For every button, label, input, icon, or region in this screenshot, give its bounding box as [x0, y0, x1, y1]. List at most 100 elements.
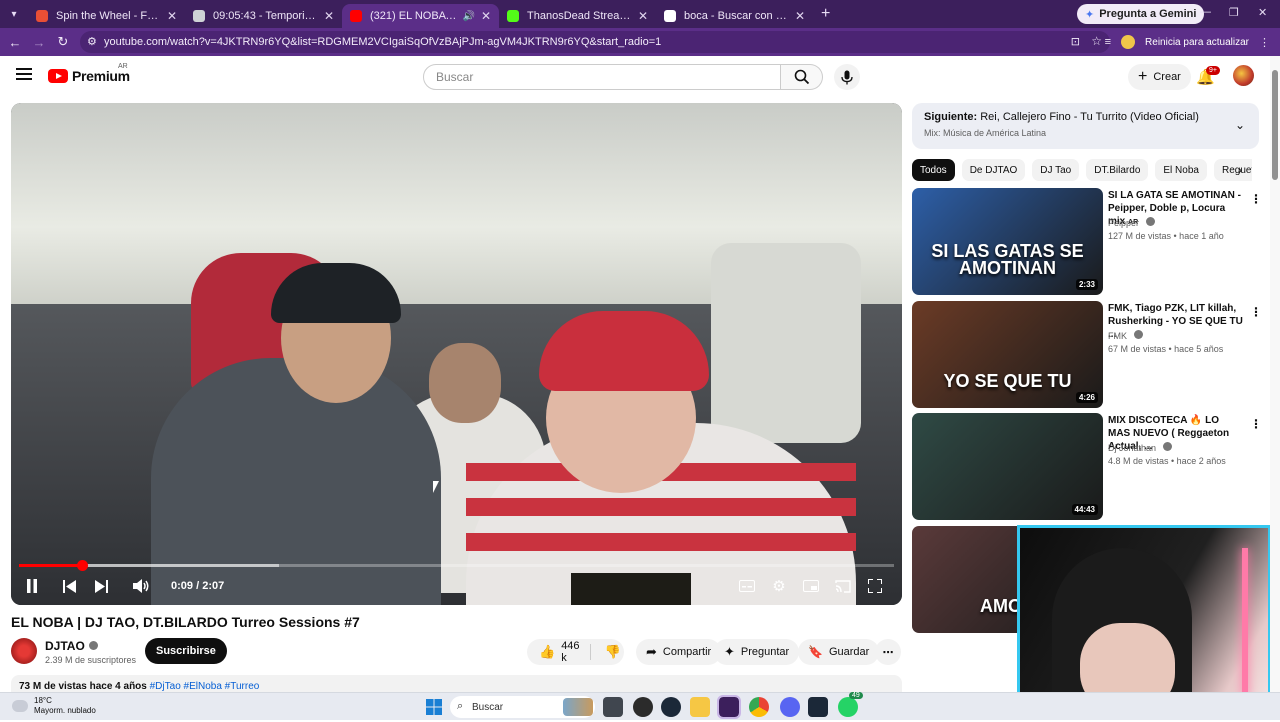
filter-chip[interactable]: El Noba [1155, 159, 1207, 181]
volume-button[interactable] [132, 577, 152, 595]
filter-chip[interactable]: Reguetón [1213, 159, 1252, 181]
filter-chip[interactable]: De DJTAO [961, 159, 1026, 181]
file-explorer-icon[interactable] [690, 697, 710, 717]
ask-button[interactable]: ✦ Preguntar [714, 639, 800, 665]
thumbnail-text: YO SE QUE TU [943, 370, 1072, 391]
like-button[interactable]: 👍 446 k [527, 640, 591, 664]
browser-tab[interactable]: 09:05:43 - Temporizador Online ✕ [185, 4, 342, 28]
browser-tab[interactable]: boca - Buscar con Google ✕ [656, 4, 813, 28]
close-tab-icon[interactable]: ✕ [324, 9, 334, 23]
recommendation-item[interactable]: SI LAS GATAS SE AMOTINAN 2:33 SI LA GATA S… [912, 188, 1262, 296]
subscribe-button[interactable]: Suscribirse [145, 638, 227, 664]
back-icon[interactable]: ← [3, 35, 27, 50]
more-options-icon[interactable]: ⋮ [1250, 417, 1262, 431]
scrollbar-thumb[interactable] [1272, 70, 1278, 180]
cast-button[interactable] [834, 577, 852, 595]
time-current: 0:09 [171, 580, 194, 592]
tab-search-icon[interactable]: ▾ [0, 0, 28, 28]
dislike-button[interactable]: 👎 [597, 644, 629, 660]
up-next-panel[interactable]: Siguiente: Rei, Callejero Fino - Tu Turr… [912, 103, 1259, 149]
chrome-icon[interactable] [749, 697, 769, 717]
recommendation-item[interactable]: 44:43 MIX DISCOTECA 🔥 LO MAS NUEVO ( Regg… [912, 413, 1262, 521]
filter-chip[interactable]: DJ Tao [1032, 159, 1080, 181]
recommendation-thumbnail[interactable]: SI LAS GATAS SE AMOTINAN 2:33 [912, 188, 1103, 295]
bookmark-star-icon[interactable]: ☆ [1091, 34, 1102, 48]
browser-menu-icon[interactable]: ⋮ [1259, 36, 1270, 49]
menu-icon[interactable] [16, 68, 32, 80]
windows-start-icon[interactable] [424, 697, 444, 717]
obs-icon[interactable] [633, 697, 653, 717]
previous-button[interactable] [61, 577, 77, 595]
video-player[interactable]: 0:09 / 2:07 ⚙ [11, 103, 902, 605]
forward-icon[interactable]: → [27, 35, 51, 50]
recommendation-channel[interactable]: Dj Jonathan [1108, 442, 1172, 453]
restart-update-button[interactable]: Reinicia para actualizar [1145, 37, 1249, 48]
gemini-button[interactable]: ✦ Pregunta a Gemini [1077, 4, 1205, 24]
recommendation-channel[interactable]: Peipper [1108, 217, 1155, 228]
filter-chip[interactable]: Todos [912, 159, 955, 181]
recommendation-item[interactable]: YO SE QUE TU 4:26 FMK, Tiago PZK, LIT kill… [912, 301, 1262, 409]
channel-name[interactable]: DJTAO [45, 639, 85, 653]
voice-search-button[interactable] [834, 64, 860, 90]
install-app-icon[interactable]: ⊡ [1071, 35, 1080, 48]
new-tab-button[interactable]: + [821, 5, 830, 23]
next-button[interactable] [93, 577, 109, 595]
recommendation-channel-text: Peipper [1108, 218, 1140, 228]
settings-button[interactable]: ⚙ [770, 577, 788, 595]
more-options-icon[interactable]: ⋮ [1250, 192, 1262, 206]
youtube-premium-logo[interactable]: Premium AR [48, 63, 130, 84]
search-input[interactable]: Buscar [423, 64, 781, 90]
fullscreen-button[interactable] [866, 577, 884, 595]
channel-avatar[interactable] [11, 638, 37, 664]
windows-taskbar: 18°C Mayorm. nublado ⌕ Buscar 49 [0, 692, 1280, 720]
progress-scrubber[interactable] [77, 560, 88, 571]
browser-tab[interactable]: ThanosDead Stream - Watch Live ✕ [499, 4, 656, 28]
search-button[interactable] [781, 64, 823, 90]
miniplayer-button[interactable] [802, 577, 820, 595]
pause-button[interactable] [24, 577, 40, 595]
recommendation-thumbnail[interactable]: 44:43 [912, 413, 1103, 520]
whatsapp-icon[interactable] [838, 697, 858, 717]
more-actions-button[interactable]: ⋯ [875, 639, 901, 665]
thumbnail-text: SI LAS GATAS SE AMOTINAN [931, 240, 1084, 278]
duration-badge: 4:26 [1075, 392, 1098, 403]
account-avatar[interactable] [1233, 65, 1254, 86]
maximize-icon[interactable]: ❐ [1229, 6, 1239, 19]
profile-avatar[interactable] [1121, 35, 1136, 49]
recommendation-thumbnail[interactable]: YO SE QUE TU 4:26 [912, 301, 1103, 408]
media-control-icon[interactable]: ≡ [1105, 36, 1111, 48]
chevron-down-icon[interactable]: ⌄ [1235, 118, 1245, 132]
page-scrollbar[interactable] [1270, 56, 1280, 692]
close-tab-icon[interactable]: ✕ [638, 9, 648, 23]
subtitles-button[interactable] [738, 577, 756, 595]
twitch-app-icon[interactable] [717, 695, 741, 719]
browser-tab[interactable]: Spin the Wheel - Free Wheel Spinner ✕ [28, 4, 185, 28]
reload-icon[interactable]: ↻ [51, 34, 75, 50]
weather-widget[interactable]: 18°C Mayorm. nublado [12, 696, 96, 716]
url-field[interactable]: ⚙ youtube.com/watch?v=4JKTRN9r6YQ&list=R… [80, 31, 1110, 53]
verified-icon [1133, 330, 1143, 339]
save-button[interactable]: 🔖 Guardar [798, 639, 880, 665]
share-button[interactable]: ➦ Compartir [636, 639, 722, 665]
site-info-icon[interactable]: ⚙ [87, 35, 97, 48]
more-options-icon[interactable]: ⋮ [1250, 305, 1262, 319]
browser-tab[interactable]: (321) EL NOBA | DJ TAO, DT.BILARDO 🔊 ✕ [342, 4, 499, 28]
settings-gear-icon: ⚙ [772, 578, 786, 595]
description-tags[interactable]: #DjTao #ElNoba #Turreo [150, 681, 260, 692]
steam-icon[interactable] [661, 697, 681, 717]
next-icon [94, 579, 108, 593]
close-tab-icon[interactable]: ✕ [795, 9, 805, 23]
recommendation-channel[interactable]: FMK [1108, 330, 1143, 341]
filter-chip[interactable]: DT.Bilardo [1086, 159, 1149, 181]
chevron-right-icon[interactable]: › [1238, 163, 1242, 177]
channel-name-row[interactable]: DJTAO [45, 639, 98, 653]
speaker-icon[interactable]: 🔊 [462, 11, 474, 22]
task-view-icon[interactable] [603, 697, 623, 717]
steam-client-icon[interactable] [808, 697, 828, 717]
close-tab-icon[interactable]: ✕ [167, 9, 177, 23]
close-tab-icon[interactable]: ✕ [481, 9, 491, 23]
discord-icon[interactable] [780, 697, 800, 717]
create-button[interactable]: + Crear [1128, 64, 1191, 90]
minimize-icon[interactable]: — [1200, 6, 1211, 18]
close-window-icon[interactable]: ✕ [1258, 6, 1267, 19]
